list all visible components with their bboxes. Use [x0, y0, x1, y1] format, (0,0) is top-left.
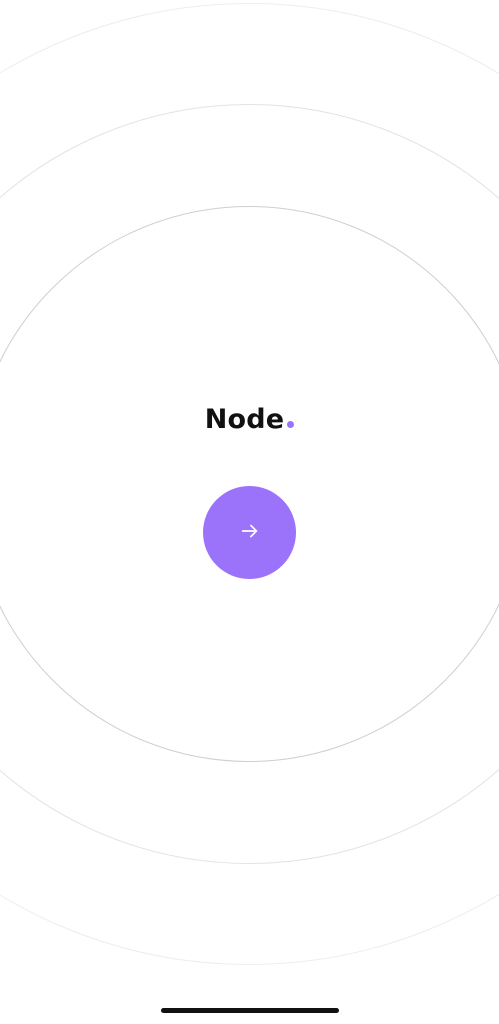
app-logo-text: Node [204, 404, 285, 435]
home-indicator [161, 1008, 339, 1013]
welcome-screen: Node [0, 0, 499, 1024]
next-button[interactable] [203, 486, 296, 579]
app-logo: Node [0, 404, 499, 435]
logo-dot-icon [287, 421, 295, 428]
decorative-ring-inner [0, 206, 499, 762]
arrow-right-icon [239, 520, 261, 545]
